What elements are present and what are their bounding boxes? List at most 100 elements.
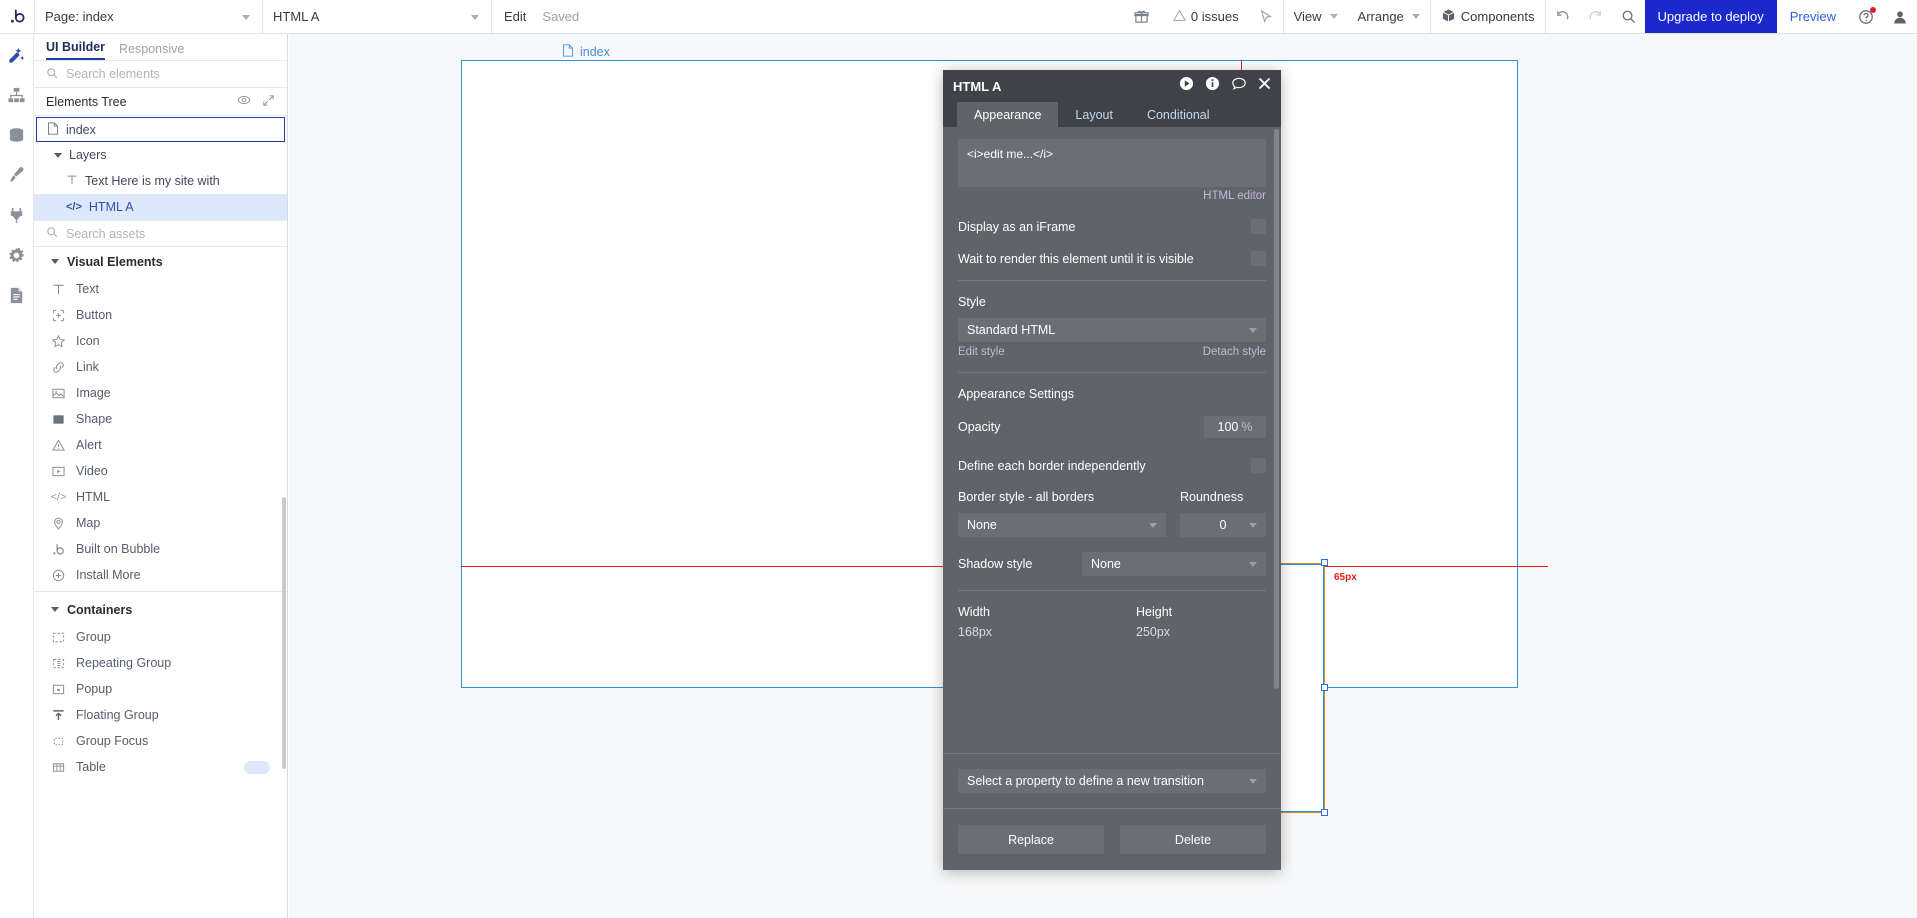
upgrade-to-deploy-button[interactable]: Upgrade to deploy [1645, 0, 1777, 33]
property-panel-content: <i>edit me...</i> HTML editor Display as… [943, 127, 1281, 639]
opacity-row: Opacity 100 % [958, 416, 1266, 438]
arrange-menu[interactable]: Arrange [1348, 0, 1430, 33]
components-button[interactable]: Components [1431, 0, 1545, 33]
palette-item-repeating-group[interactable]: Repeating Group [34, 650, 287, 676]
tree-item-html-a[interactable]: </> HTML A [34, 194, 287, 220]
tab-layout[interactable]: Layout [1058, 102, 1130, 127]
transition-placeholder: Select a property to define a new transi… [967, 774, 1204, 788]
preview-play-icon[interactable] [1179, 76, 1194, 96]
page-selector[interactable]: Page: index [35, 0, 262, 33]
palette-item-button[interactable]: Button [34, 302, 287, 328]
resize-handle-top-right[interactable] [1321, 559, 1328, 566]
settings-icon[interactable] [6, 244, 28, 266]
search-icon[interactable] [1612, 0, 1645, 33]
tab-appearance[interactable]: Appearance [957, 102, 1058, 127]
data-icon[interactable] [6, 124, 28, 146]
styles-icon[interactable] [6, 164, 28, 186]
plugins-icon[interactable] [6, 204, 28, 226]
element-selector[interactable]: HTML A [263, 0, 491, 33]
tab-ui-builder[interactable]: UI Builder [46, 40, 105, 60]
alert-icon [51, 439, 66, 452]
opacity-input[interactable]: 100 % [1204, 416, 1266, 438]
elements-tree-actions [237, 93, 275, 110]
search-elements-input[interactable]: Search elements [34, 61, 287, 88]
gift-icon[interactable] [1124, 0, 1163, 33]
redo-button[interactable] [1579, 0, 1612, 33]
palette-item-label: Video [76, 464, 108, 478]
view-menu[interactable]: View [1284, 0, 1348, 33]
shadow-style-select[interactable]: None [1082, 552, 1266, 576]
detach-style-link[interactable]: Detach style [1203, 346, 1266, 358]
replace-button[interactable]: Replace [958, 825, 1104, 854]
triangle-down-icon [54, 153, 62, 158]
html-icon: </> [66, 201, 82, 213]
divider [958, 280, 1266, 281]
palette-item-map[interactable]: Map [34, 510, 287, 536]
expand-icon[interactable] [262, 94, 275, 110]
palette-item-html[interactable]: </> HTML [34, 484, 287, 510]
style-label: Style [958, 295, 1266, 309]
palette-item-image[interactable]: Image [34, 380, 287, 406]
workflow-icon[interactable] [6, 84, 28, 106]
design-icon[interactable] [6, 44, 28, 66]
resize-handle-bottom-right[interactable] [1321, 809, 1328, 816]
palette-item-floating-group[interactable]: Floating Group [34, 702, 287, 728]
border-style-select[interactable]: None [958, 513, 1166, 537]
palette-section-containers[interactable]: Containers [34, 595, 287, 624]
wait-render-checkbox[interactable] [1251, 251, 1266, 266]
palette-item-group-focus[interactable]: Group Focus [34, 728, 287, 754]
edit-style-link[interactable]: Edit style [958, 346, 1005, 358]
palette-item-table[interactable]: Table [34, 754, 287, 780]
palette-item-video[interactable]: Video [34, 458, 287, 484]
preview-button[interactable]: Preview [1777, 0, 1849, 33]
issues-indicator[interactable]: 0 issues [1163, 0, 1249, 33]
palette-scrollbar[interactable] [282, 497, 286, 769]
bubble-logo-icon[interactable] [0, 0, 34, 33]
wait-render-option-label: Wait to render this element until it is … [958, 252, 1194, 266]
html-code-input[interactable]: <i>edit me...</i> [958, 139, 1266, 187]
palette-item-shape[interactable]: Shape [34, 406, 287, 432]
cube-icon [1441, 8, 1456, 26]
tab-conditional[interactable]: Conditional [1130, 102, 1227, 127]
iframe-checkbox[interactable] [1251, 219, 1266, 234]
map-pin-icon [51, 517, 66, 530]
palette-item-text[interactable]: Text [34, 276, 287, 302]
palette-item-label: Shape [76, 412, 112, 426]
palette-item-popup[interactable]: Popup [34, 676, 287, 702]
palette-item-alert[interactable]: Alert [34, 432, 287, 458]
shadow-style-label: Shadow style [958, 557, 1068, 571]
undo-button[interactable] [1546, 0, 1579, 33]
transition-select[interactable]: Select a property to define a new transi… [958, 769, 1266, 793]
search-assets-input[interactable]: Search assets [34, 220, 287, 247]
define-borders-checkbox[interactable] [1251, 458, 1266, 473]
palette-item-link[interactable]: Link [34, 354, 287, 380]
info-icon[interactable] [1205, 76, 1220, 96]
tree-item-text[interactable]: Text Here is my site with [34, 168, 287, 194]
delete-button[interactable]: Delete [1120, 825, 1266, 854]
palette-item-install-more[interactable]: Install More [34, 562, 287, 588]
edit-mode-button[interactable]: Edit [492, 0, 538, 33]
palette-item-icon[interactable]: Icon [34, 328, 287, 354]
tree-item-index[interactable]: index [36, 117, 285, 142]
roundness-select[interactable]: 0 [1180, 513, 1266, 537]
tree-item-layers[interactable]: Layers [34, 142, 287, 168]
help-icon[interactable] [1849, 0, 1883, 33]
comment-icon[interactable] [1231, 76, 1247, 97]
cursor-tool-icon[interactable] [1249, 0, 1283, 33]
property-panel-scrollbar[interactable] [1274, 129, 1279, 689]
palette-item-group[interactable]: Group [34, 624, 287, 650]
palette-item-label: Install More [76, 568, 141, 582]
canvas-page-tab[interactable]: index [562, 44, 610, 60]
palette-section-visual-elements[interactable]: Visual Elements [34, 247, 287, 276]
resize-handle-middle-right[interactable] [1321, 684, 1328, 691]
style-select[interactable]: Standard HTML [958, 318, 1266, 342]
html-editor-link[interactable]: HTML editor [958, 190, 1266, 202]
guide-line-horizontal-right [1325, 566, 1548, 567]
property-panel-actions: Replace Delete [943, 825, 1281, 870]
logs-icon[interactable] [6, 284, 28, 306]
close-icon[interactable] [1258, 77, 1271, 95]
palette-item-built-on-bubble[interactable]: Built on Bubble [34, 536, 287, 562]
user-avatar[interactable] [1883, 0, 1917, 33]
eye-icon[interactable] [237, 93, 251, 110]
tab-responsive[interactable]: Responsive [119, 42, 184, 60]
